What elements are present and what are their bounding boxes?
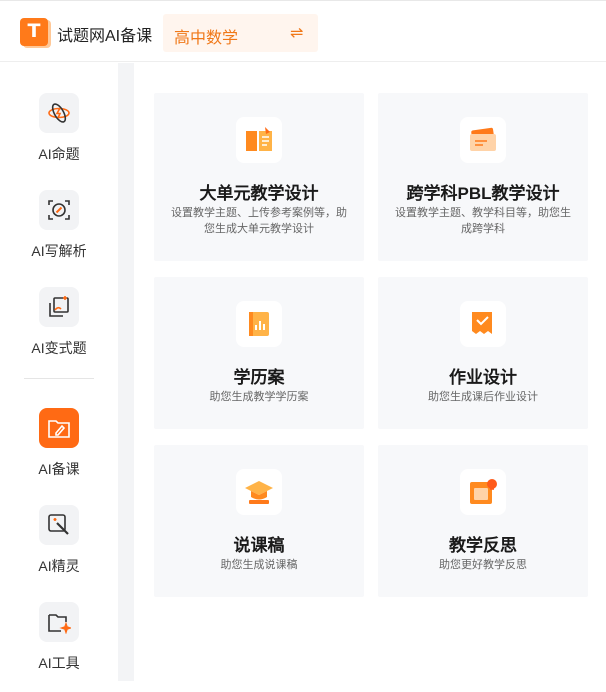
sidebar-item-ai-lesson-prep[interactable]: AI备课 bbox=[0, 408, 118, 498]
card-teaching-reflection[interactable]: 教学反思 助您更好教学反思 bbox=[378, 445, 588, 597]
sidebar-item-ai-question[interactable]: AI命题 bbox=[0, 93, 118, 183]
sidebar-item-label: AI工具 bbox=[38, 655, 80, 671]
app-title: 试题网AI备课 bbox=[57, 28, 153, 45]
sidebar-gutter bbox=[118, 63, 134, 681]
copy-sparkle-icon bbox=[39, 287, 79, 327]
card-desc: 助您生成说课稿 bbox=[220, 559, 298, 571]
chart-book-icon bbox=[236, 301, 282, 347]
sidebar-item-label: AI备课 bbox=[38, 461, 80, 477]
card-desc: 助您生成教学学历案 bbox=[209, 391, 309, 403]
card-learning-plan[interactable]: 学历案 助您生成教学学历案 bbox=[154, 277, 364, 429]
swap-icon[interactable]: ⇌ bbox=[290, 23, 303, 43]
sidebar-item-ai-sprite[interactable]: AI精灵 bbox=[0, 505, 118, 595]
sidebar-item-ai-variant[interactable]: AI变式题 bbox=[0, 287, 118, 377]
card-desc: 助您生成课后作业设计 bbox=[428, 391, 538, 403]
subject-selector[interactable]: 高中数学 ⇌ bbox=[163, 14, 318, 52]
sidebar-item-label: AI精灵 bbox=[38, 558, 80, 574]
magic-wand-icon bbox=[39, 505, 79, 545]
scroll-check-icon bbox=[460, 301, 506, 347]
sidebar: AI命题 AI写解析 AI变式题 AI备课 AI精灵 AI工具 bbox=[0, 63, 118, 681]
folder-pen-icon bbox=[39, 408, 79, 448]
card-desc: 设置教学主题、上传参考案例等，助您生成大单元教学设计 bbox=[171, 207, 347, 235]
sidebar-item-ai-analysis[interactable]: AI写解析 bbox=[0, 190, 118, 280]
card-pbl-teaching-design[interactable]: 跨学科PBL教学设计 设置教学主题、教学科目等，助您生成跨学科 bbox=[378, 93, 588, 261]
card-desc: 助您更好教学反思 bbox=[439, 559, 527, 571]
sidebar-item-ai-tools[interactable]: AI工具 bbox=[0, 602, 118, 692]
card-title: 跨学科PBL教学设计 bbox=[406, 184, 560, 203]
card-title: 说课稿 bbox=[233, 536, 285, 555]
notebook-bulb-icon bbox=[460, 469, 506, 515]
card-title: 教学反思 bbox=[449, 536, 517, 555]
sidebar-divider bbox=[24, 378, 94, 379]
book-pen-icon bbox=[236, 117, 282, 163]
folder-sparkle-icon bbox=[39, 602, 79, 642]
atom-icon bbox=[39, 93, 79, 133]
graduation-cap-icon bbox=[236, 469, 282, 515]
scan-pen-icon bbox=[39, 190, 79, 230]
top-bar: T 试题网AI备课 高中数学 ⇌ bbox=[0, 0, 606, 62]
sidebar-item-label: AI命题 bbox=[38, 146, 80, 162]
card-title: 学历案 bbox=[233, 368, 285, 387]
subject-label: 高中数学 bbox=[174, 30, 239, 47]
cards-icon bbox=[460, 117, 506, 163]
logo: T bbox=[20, 18, 48, 46]
card-desc: 设置教学主题、教学科目等，助您生成跨学科 bbox=[395, 207, 571, 235]
sidebar-item-label: AI变式题 bbox=[31, 340, 87, 356]
card-lecture-script[interactable]: 说课稿 助您生成说课稿 bbox=[154, 445, 364, 597]
card-title: 大单元教学设计 bbox=[199, 184, 319, 203]
sidebar-item-label: AI写解析 bbox=[31, 243, 87, 259]
card-unit-teaching-design[interactable]: 大单元教学设计 设置教学主题、上传参考案例等，助您生成大单元教学设计 bbox=[154, 93, 364, 261]
card-title: 作业设计 bbox=[449, 368, 517, 387]
card-homework-design[interactable]: 作业设计 助您生成课后作业设计 bbox=[378, 277, 588, 429]
